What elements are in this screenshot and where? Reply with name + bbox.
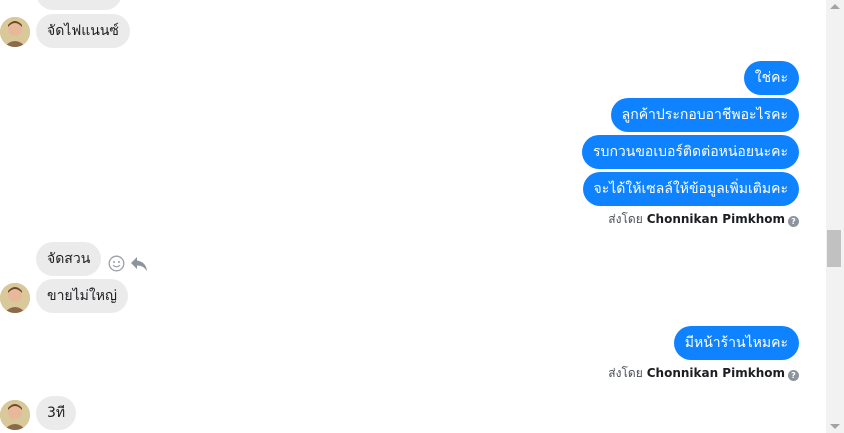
outgoing-message[interactable]: มีหน้าร้านไหมคะ xyxy=(673,326,799,360)
smiley-icon[interactable] xyxy=(108,255,125,272)
chat-thread: จัดไฟแนนซ์ ใช่คะ ลูกค้าประกอบอาชีพอะไรคะ… xyxy=(0,0,826,433)
scrollbar[interactable] xyxy=(826,0,844,433)
incoming-message[interactable]: จัดไฟแนนซ์ xyxy=(36,14,130,48)
outgoing-message[interactable]: ลูกค้าประกอบอาชีพอะไรคะ xyxy=(610,98,799,132)
scrollbar-thumb[interactable] xyxy=(827,230,841,267)
incoming-message[interactable]: 3ที xyxy=(36,396,77,430)
scroll-up-arrow-icon[interactable] xyxy=(830,4,840,9)
user-avatar-icon xyxy=(0,17,30,47)
message-bubble-partial[interactable] xyxy=(36,0,122,10)
avatar[interactable] xyxy=(0,283,30,313)
question-circle-icon[interactable]: ? xyxy=(788,370,799,381)
incoming-message[interactable]: จัดสวน xyxy=(36,242,102,276)
sender-name: Chonnikan Pimkhom xyxy=(646,212,785,226)
avatar[interactable] xyxy=(0,17,30,47)
user-avatar-icon xyxy=(0,400,30,430)
sent-by-prefix: ส่งโดย xyxy=(608,212,643,226)
question-circle-icon[interactable]: ? xyxy=(788,216,799,227)
scroll-down-arrow-icon[interactable] xyxy=(830,424,840,429)
incoming-message[interactable]: ขายไม่ใหญ่ xyxy=(36,279,128,313)
sent-by-label: ส่งโดย Chonnikan Pimkhom? xyxy=(608,365,799,381)
outgoing-message[interactable]: รบกวนขอเบอร์ติดต่อหน่อยนะคะ xyxy=(582,135,799,169)
outgoing-message[interactable]: จะได้ให้เซลล์ให้ข้อมูลเพิ่มเติมคะ xyxy=(582,172,799,206)
avatar[interactable] xyxy=(0,400,30,430)
outgoing-message[interactable]: ใช่คะ xyxy=(743,61,799,95)
sent-by-prefix: ส่งโดย xyxy=(608,366,643,380)
sender-name: Chonnikan Pimkhom xyxy=(646,366,785,380)
reply-arrow-icon[interactable] xyxy=(130,256,148,272)
sent-by-label: ส่งโดย Chonnikan Pimkhom? xyxy=(608,211,799,227)
user-avatar-icon xyxy=(0,283,30,313)
